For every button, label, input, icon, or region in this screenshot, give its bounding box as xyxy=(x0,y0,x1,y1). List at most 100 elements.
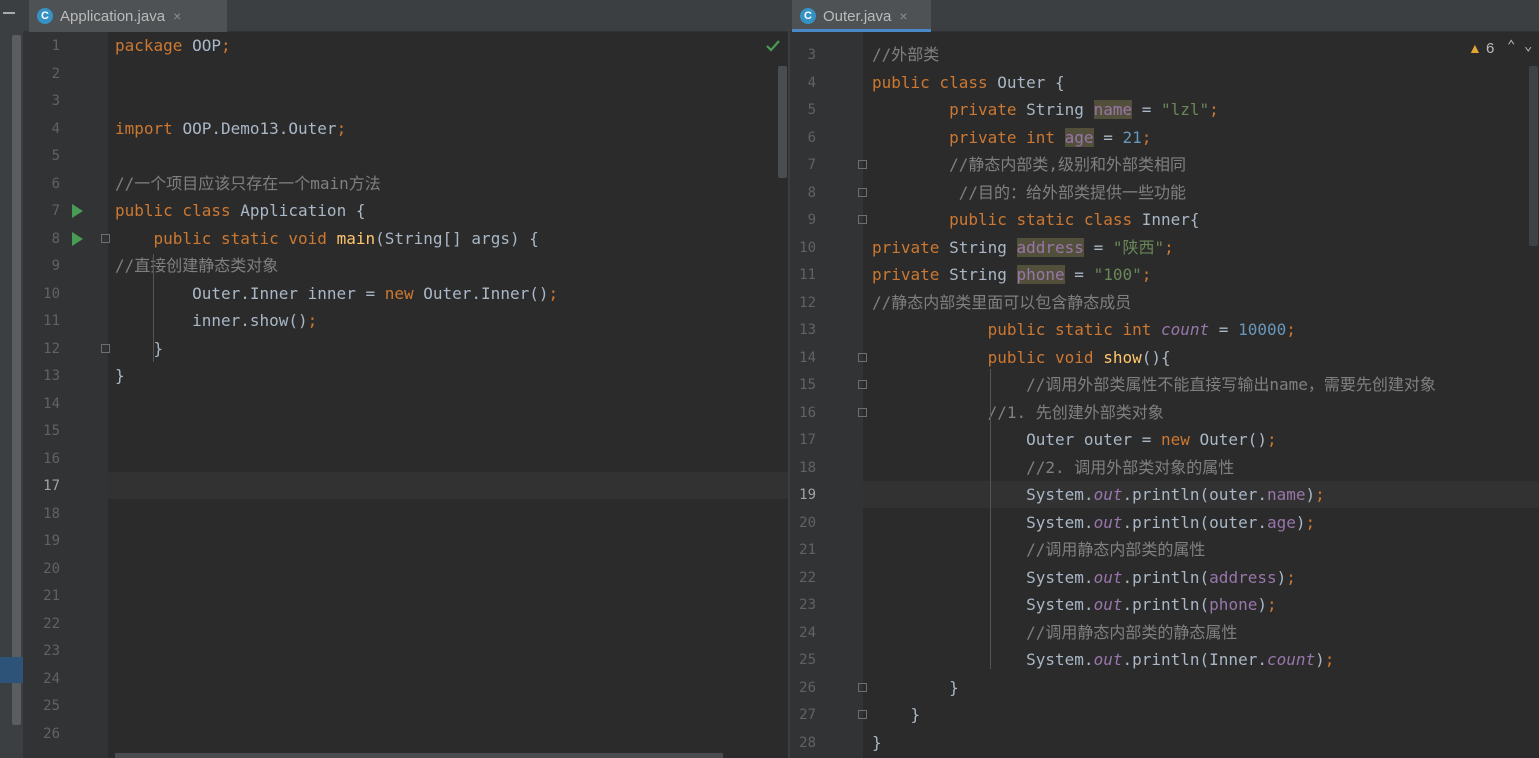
code-token: "100" xyxy=(1093,265,1142,284)
code-token: Application { xyxy=(240,201,366,220)
code-line[interactable]: public class Outer { xyxy=(872,73,1065,93)
code-line[interactable]: System.out.println(address); xyxy=(872,568,1296,588)
code-token: ; xyxy=(1305,512,1316,532)
code-line[interactable]: private String name = "lzl"; xyxy=(872,100,1219,120)
code-line[interactable]: //调用外部类属性不能直接写输出name，需要先创建对象 xyxy=(872,375,1436,395)
code-line[interactable]: } xyxy=(115,339,164,359)
line-number: 7 xyxy=(51,203,60,219)
left-vertical-scrollbar[interactable] xyxy=(778,66,787,178)
line-number: 28 xyxy=(799,734,816,751)
line-number: 6 xyxy=(807,129,816,146)
code-line[interactable]: System.out.println(Inner.count); xyxy=(872,650,1334,670)
code-line[interactable]: //静态内部类,级别和外部类相同 xyxy=(872,155,1186,175)
line-number: 24 xyxy=(799,624,816,641)
tab-application-java[interactable]: C Application.java × xyxy=(29,0,227,32)
code-token: out xyxy=(1093,650,1123,669)
close-icon[interactable]: × xyxy=(173,8,181,24)
code-line[interactable]: inner.show(); xyxy=(115,311,317,331)
code-line[interactable]: } xyxy=(115,366,125,386)
code-line[interactable]: //调用静态内部类的静态属性 xyxy=(872,623,1237,643)
code-token: address xyxy=(1209,567,1277,587)
code-line[interactable]: //一个项目应该只存在一个main方法 xyxy=(115,174,381,194)
chevron-down-icon[interactable]: ⌄ xyxy=(1524,38,1532,54)
code-token: .println(Inner. xyxy=(1122,650,1267,669)
code-line[interactable]: //1. 先创建外部类对象 xyxy=(872,403,1164,423)
fold-icon[interactable] xyxy=(858,380,867,389)
code-token: private xyxy=(949,100,1027,119)
code-token: public class xyxy=(872,72,998,92)
fold-icon[interactable] xyxy=(858,407,867,417)
warnings-indicator[interactable]: ▲ 6 xyxy=(1468,40,1494,57)
line-number: 3 xyxy=(807,47,816,63)
code-token: Outer { xyxy=(997,72,1065,92)
code-line[interactable]: public static void main(String[] args) { xyxy=(115,229,539,249)
fold-icon[interactable] xyxy=(858,682,867,692)
code-line[interactable]: private String phone = "100"; xyxy=(872,265,1151,285)
fold-icon[interactable] xyxy=(858,215,867,224)
code-token: = xyxy=(1064,265,1094,284)
fold-icon[interactable] xyxy=(858,160,867,169)
code-line[interactable]: } xyxy=(872,705,921,725)
line-number: 2 xyxy=(51,65,60,82)
line-number: 25 xyxy=(799,652,816,668)
code-line[interactable]: //调用静态内部类的属性 xyxy=(872,540,1205,560)
chevron-up-icon[interactable]: ⌃ xyxy=(1507,38,1515,54)
code-line[interactable]: public class Application { xyxy=(115,201,365,221)
right-tab-bar: C Outer.java × xyxy=(790,0,1539,32)
code-line[interactable]: //2. 调用外部类对象的属性 xyxy=(872,458,1234,478)
fold-icon[interactable] xyxy=(858,710,867,719)
code-line[interactable]: public void show(){ xyxy=(872,348,1171,368)
run-icon[interactable] xyxy=(72,231,83,246)
code-token: = xyxy=(1093,127,1123,147)
code-token: ; xyxy=(307,311,318,330)
code-token: //一个项目应该只存在一个main方法 xyxy=(115,173,381,193)
minimize-icon[interactable] xyxy=(3,12,15,14)
code-token: out xyxy=(1093,485,1123,504)
code-line[interactable]: System.out.println(phone); xyxy=(872,595,1277,615)
code-token: address xyxy=(1016,237,1084,257)
code-token: "lzl" xyxy=(1161,100,1210,119)
tab-outer-java[interactable]: C Outer.java × xyxy=(792,0,931,32)
code-line[interactable]: //目的：给外部类提供一些功能 xyxy=(872,183,1186,203)
indent-guide xyxy=(990,369,991,669)
code-line[interactable]: //静态内部类里面可以包含静态成员 xyxy=(872,293,1131,313)
line-number: 16 xyxy=(799,404,816,421)
code-token: ; xyxy=(1266,595,1277,614)
fold-icon[interactable] xyxy=(101,233,110,243)
code-line[interactable]: private int age = 21; xyxy=(872,127,1151,148)
line-number: 19 xyxy=(43,533,60,549)
code-token: public static void xyxy=(153,228,337,248)
line-number: 27 xyxy=(799,707,816,723)
fold-icon[interactable] xyxy=(858,352,867,362)
code-line[interactable]: //外部类 xyxy=(872,45,939,65)
code-line[interactable]: System.out.println(outer.name); xyxy=(872,485,1325,505)
code-line[interactable]: } xyxy=(872,678,959,698)
code-line[interactable]: private String address = "陕西"; xyxy=(872,237,1174,258)
close-icon[interactable]: × xyxy=(899,8,907,24)
code-line[interactable]: } xyxy=(872,733,882,753)
fold-icon[interactable] xyxy=(858,187,867,197)
code-line[interactable]: System.out.println(outer.age); xyxy=(872,513,1315,533)
code-line[interactable]: public static int count = 10000; xyxy=(872,320,1296,340)
project-scrollbar[interactable] xyxy=(12,35,21,725)
code-token: out xyxy=(1093,512,1123,532)
selected-strip-marker xyxy=(0,657,23,683)
fold-icon[interactable] xyxy=(101,343,110,353)
code-line[interactable]: package OOP; xyxy=(115,36,231,56)
code-token: String xyxy=(949,237,1017,257)
tab-label: Outer.java xyxy=(823,7,892,25)
code-line[interactable]: //直接创建静态类对象 xyxy=(115,256,278,276)
code-line[interactable]: Outer outer = new Outer(); xyxy=(872,430,1276,450)
code-line[interactable]: Outer.Inner inner = new Outer.Inner(); xyxy=(115,284,558,304)
code-token: public void xyxy=(987,347,1104,367)
code-line[interactable]: public static class Inner{ xyxy=(872,210,1199,230)
right-vertical-scrollbar[interactable] xyxy=(1529,66,1538,246)
run-icon[interactable] xyxy=(72,204,83,218)
code-token: package xyxy=(115,36,193,55)
code-line[interactable]: import OOP.Demo13.Outer; xyxy=(115,119,346,139)
code-token: ; xyxy=(220,36,231,55)
left-horizontal-scrollbar[interactable] xyxy=(115,753,723,758)
line-number: 18 xyxy=(799,459,816,476)
